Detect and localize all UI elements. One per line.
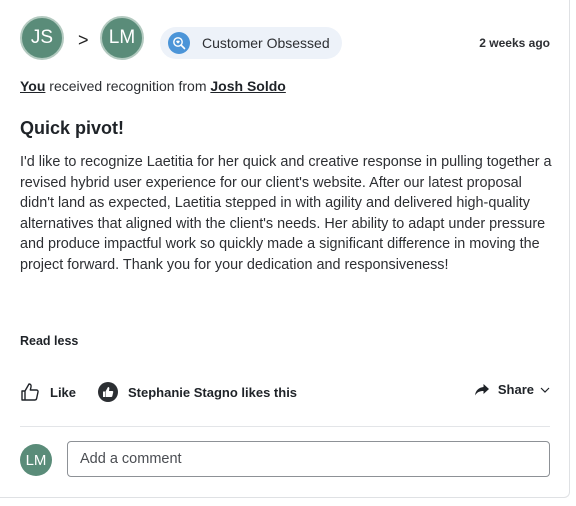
likes-text: Stephanie Stagno likes this — [128, 384, 298, 400]
badge-label: Customer Obsessed — [202, 35, 330, 51]
post-title: Quick pivot! — [20, 118, 125, 138]
commenter-initials: LM — [25, 451, 47, 469]
sender-initials: JS — [30, 27, 54, 48]
sender-avatar[interactable]: JS — [20, 16, 64, 60]
thumbs-up-icon — [20, 382, 40, 402]
sender-name-link[interactable]: Josh Soldo — [210, 78, 285, 94]
magnifier-heart-icon — [168, 32, 190, 54]
comment-input[interactable] — [67, 441, 550, 477]
you-link[interactable]: You — [20, 78, 45, 94]
comment-row: LM — [20, 441, 550, 477]
likes-summary[interactable]: Stephanie Stagno likes this — [98, 382, 297, 402]
share-label: Share — [497, 382, 534, 397]
read-less-link[interactable]: Read less — [20, 334, 78, 348]
like-button[interactable]: Like — [20, 382, 76, 402]
post-body: I'd like to recognize Laetitia for her q… — [20, 154, 552, 273]
action-bar: Like Stephanie Stagno likes this Share — [20, 382, 550, 406]
chevron-down-icon — [540, 387, 550, 393]
share-arrow-icon — [474, 383, 490, 397]
value-badge: Customer Obsessed — [160, 27, 342, 59]
recognition-line: You received recognition from Josh Soldo — [20, 78, 286, 94]
card-header: JS > LM Customer Obsessed 2 weeks ago — [20, 16, 550, 66]
divider — [20, 426, 550, 427]
timestamp: 2 weeks ago — [479, 36, 550, 50]
recipient-avatar[interactable]: LM — [100, 16, 144, 60]
recipient-initials: LM — [108, 27, 136, 48]
recognition-card: JS > LM Customer Obsessed 2 weeks ago Yo… — [0, 0, 570, 498]
share-button[interactable]: Share — [474, 382, 550, 397]
commenter-avatar: LM — [20, 444, 52, 476]
thumbs-up-filled-icon — [98, 382, 118, 402]
recognition-text: received recognition from — [45, 78, 211, 94]
arrow-separator: > — [78, 30, 89, 50]
like-label: Like — [50, 384, 77, 400]
